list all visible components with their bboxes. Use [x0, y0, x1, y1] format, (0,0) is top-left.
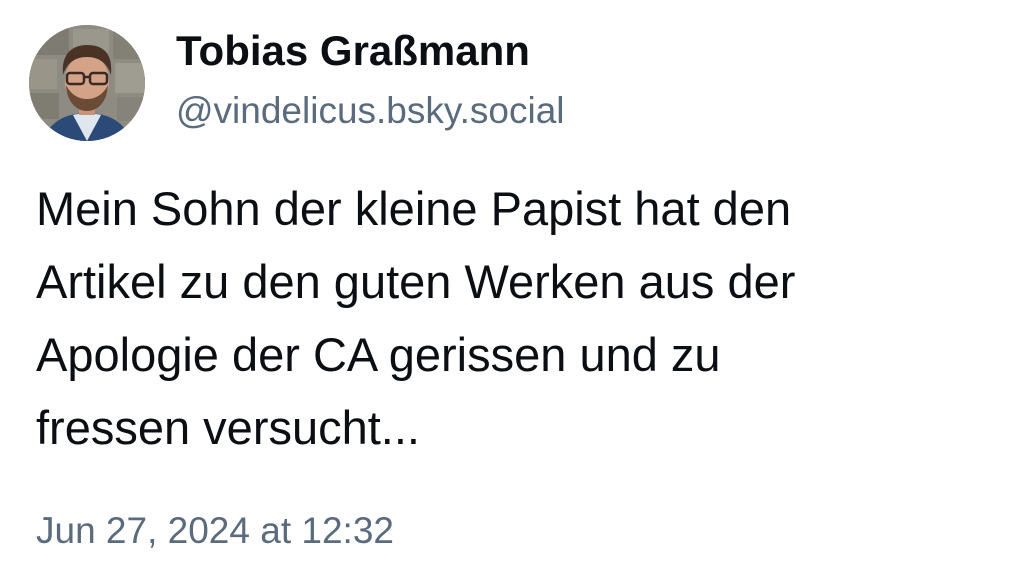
post-timestamp[interactable]: Jun 27, 2024 at 12:32: [36, 506, 394, 556]
post-text-line: Apologie der CA gerissen und zu: [36, 328, 721, 381]
post-card: Tobias Graßmann @vindelicus.bsky.social …: [0, 0, 1024, 578]
post-text-line: Mein Sohn der kleine Papist hat den: [36, 182, 792, 235]
post-text-line: fressen versucht...: [36, 401, 420, 454]
post-text: Mein Sohn der kleine Papist hat den Arti…: [36, 172, 986, 464]
author-display-name[interactable]: Tobias Graßmann: [176, 24, 530, 78]
author-handle[interactable]: @vindelicus.bsky.social: [176, 86, 565, 136]
profile-photo: [29, 25, 145, 141]
post-text-line: Artikel zu den guten Werken aus der: [36, 255, 796, 308]
avatar[interactable]: [29, 25, 145, 141]
